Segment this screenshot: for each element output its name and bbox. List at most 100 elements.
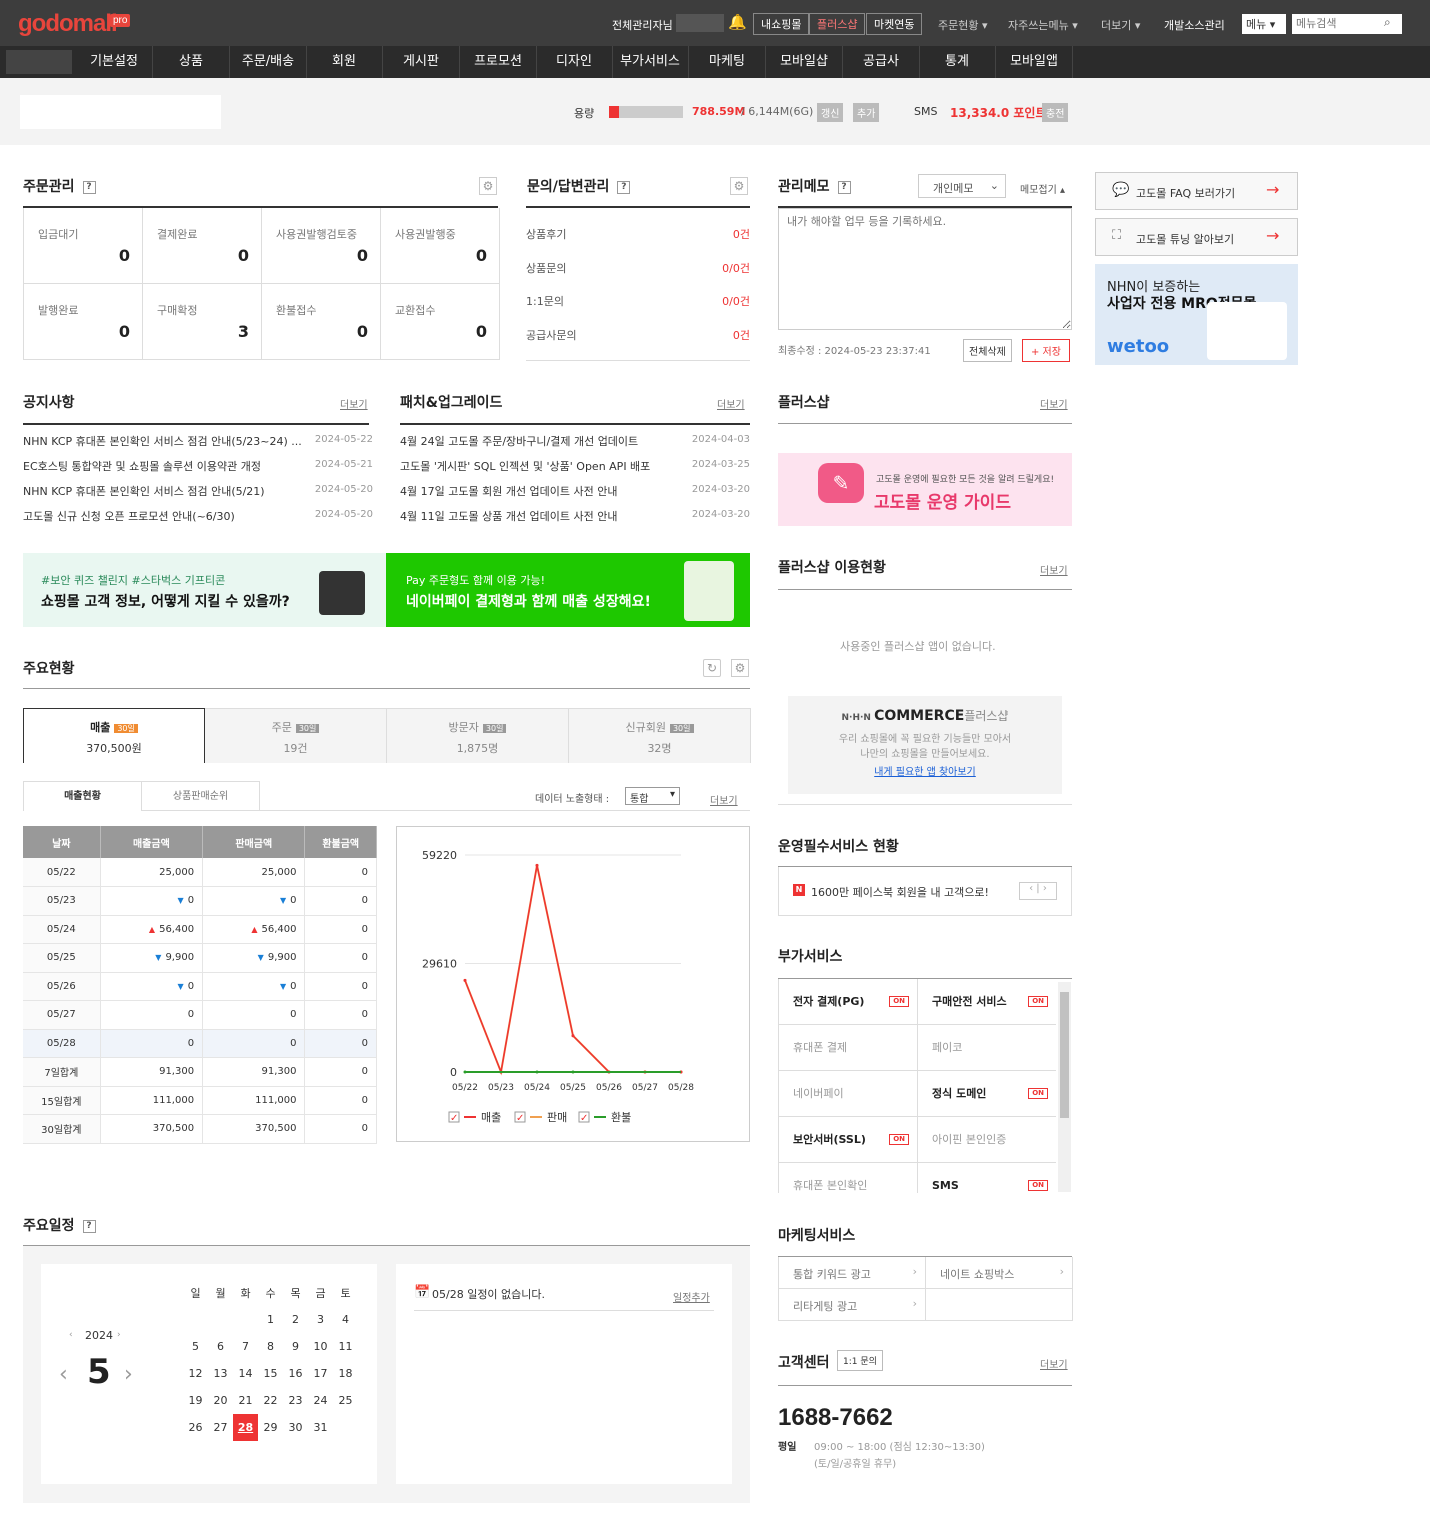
one-on-one-button[interactable]: 1:1 문의 [837, 1350, 883, 1371]
calendar-today[interactable]: 28 [233, 1414, 258, 1441]
calendar-day[interactable]: 11 [333, 1333, 358, 1360]
help-icon[interactable]: ? [617, 180, 631, 194]
addon-service[interactable]: SMS ON [918, 1163, 1056, 1193]
nav-item[interactable]: 모바일샵 [766, 46, 843, 78]
find-app-link[interactable]: 내게 필요한 앱 찾아보기 [788, 763, 1062, 778]
list-item[interactable]: 4월 17일 고도몰 회원 개선 업데이트 사전 안내 2024-03-20 [400, 481, 750, 506]
inquiry-row[interactable]: 상품후기 0건 [526, 218, 750, 252]
calendar-day[interactable]: 30 [283, 1414, 308, 1441]
calendar-day[interactable]: 6 [208, 1333, 233, 1360]
logo[interactable]: godomall [18, 10, 118, 38]
menu-select[interactable]: 메뉴 ▾ [1242, 14, 1286, 34]
addon-service[interactable]: 아이핀 본인인증 [918, 1117, 1056, 1163]
status-tab[interactable]: 주문 30일 19건 [205, 708, 387, 763]
calendar-day[interactable]: 15 [258, 1360, 283, 1387]
order-status-cell[interactable]: 입금대기 0 [24, 208, 143, 284]
calendar-day[interactable]: 22 [258, 1387, 283, 1414]
dev-source-link[interactable]: 개발소스관리 [1164, 17, 1225, 33]
nav-item[interactable]: 모바일앱 [996, 46, 1073, 78]
sales-more-link[interactable]: 더보기 [710, 792, 738, 807]
guide-banner[interactable]: ✎ 고도몰 운영에 필요한 모든 것을 알려 드릴게요! 고도몰 운영 가이드 [778, 453, 1072, 526]
calendar-day[interactable]: 27 [208, 1414, 233, 1441]
calendar-day[interactable]: 20 [208, 1387, 233, 1414]
addon-service[interactable]: 페이코 [918, 1025, 1056, 1071]
nav-item[interactable]: 회원 [306, 46, 383, 78]
market-link-button[interactable]: 마켓연동 [866, 13, 923, 35]
help-icon[interactable]: ? [82, 180, 96, 194]
tuning-button[interactable]: ⛶ 고도몰 튜닝 알아보기 → [1095, 218, 1298, 256]
nav-item[interactable]: 주문/배송 [230, 46, 307, 78]
plus-more-link[interactable]: 더보기 [1040, 396, 1068, 411]
calendar-day[interactable]: 16 [283, 1360, 308, 1387]
calendar-day[interactable]: 7 [233, 1333, 258, 1360]
nav-item[interactable]: 게시판 [383, 46, 460, 78]
nav-item[interactable]: 기본설정 [76, 46, 153, 78]
calendar-day[interactable]: 17 [308, 1360, 333, 1387]
marketing-item[interactable]: 통합 키워드 광고 › [779, 1257, 926, 1289]
prev-year-icon[interactable]: ‹ [69, 1330, 73, 1340]
addon-service[interactable]: 정식 도메인 ON [918, 1071, 1056, 1117]
order-status-cell[interactable]: 사용권발행검토중 0 [262, 208, 381, 284]
status-tab[interactable]: 신규회원 30일 32명 [569, 708, 751, 763]
list-item[interactable]: NHN KCP 휴대폰 본인확인 서비스 점검 안내(5/21) 2024-05-… [23, 481, 373, 506]
notice-more-link[interactable]: 더보기 [340, 396, 368, 411]
security-quiz-banner[interactable]: #보안 퀴즈 챌린지 #스타벅스 기프티콘 쇼핑몰 고객 정보, 어떻게 지킬 … [23, 553, 386, 627]
status-tab[interactable]: 매출 30일 370,500원 [23, 708, 205, 763]
marketing-item[interactable]: 리타게팅 광고 › [779, 1289, 926, 1321]
marketing-item[interactable]: 네이트 쇼핑박스 › [926, 1257, 1073, 1289]
calendar-day[interactable]: 19 [183, 1387, 208, 1414]
nav-item[interactable]: 상품 [153, 46, 230, 78]
display-mode-select[interactable]: 통합 ▾ [625, 787, 680, 805]
ops-pager[interactable]: ‹ | › [1019, 882, 1057, 900]
calendar-day[interactable]: 1 [258, 1306, 283, 1333]
wetoo-banner[interactable]: NHN이 보증하는 사업자 전용 MRO전문몰 wetoo [1095, 264, 1298, 365]
calendar-day[interactable]: 18 [333, 1360, 358, 1387]
scrollbar-thumb[interactable] [1060, 992, 1069, 1118]
addon-service[interactable]: 구매안전 서비스 ON [918, 979, 1056, 1025]
calendar-day[interactable]: 24 [308, 1387, 333, 1414]
calendar-day[interactable]: 12 [183, 1360, 208, 1387]
gear-icon[interactable]: ⚙ [731, 659, 749, 677]
calendar-day[interactable]: 31 [308, 1414, 333, 1441]
inquiry-row[interactable]: 상품문의 0/0건 [526, 252, 750, 286]
calendar-day[interactable]: 25 [333, 1387, 358, 1414]
gear-icon[interactable]: ⚙ [730, 177, 748, 195]
calendar-day[interactable]: 4 [333, 1306, 358, 1333]
list-item[interactable]: 4월 24일 고도몰 주문/장바구니/결제 개선 업데이트 2024-04-03 [400, 431, 750, 456]
calendar-day[interactable]: 2 [283, 1306, 308, 1333]
addon-service[interactable]: 네이버페이 [779, 1071, 918, 1117]
prev-month-icon[interactable]: ‹ [59, 1362, 68, 1387]
order-status-cell[interactable]: 교환접수 0 [381, 284, 500, 360]
calendar-day[interactable]: 21 [233, 1387, 258, 1414]
order-status-cell[interactable]: 구매확정 3 [143, 284, 262, 360]
save-memo-button[interactable]: + 저장 [1022, 339, 1070, 362]
order-status-cell[interactable]: 발행완료 0 [24, 284, 143, 360]
gear-icon[interactable]: ⚙ [479, 177, 497, 195]
addon-service[interactable]: 보안서버(SSL) ON [779, 1117, 918, 1163]
next-year-icon[interactable]: › [117, 1330, 121, 1340]
nav-item[interactable]: 공급사 [843, 46, 920, 78]
naverpay-banner[interactable]: Pay 주문형도 함께 이용 가능! 네이버페이 결제형과 함께 매출 성장해요… [386, 553, 750, 627]
nav-shop-selector[interactable] [6, 50, 72, 74]
addon-service[interactable]: 전자 결제(PG) ON [779, 979, 918, 1025]
calendar-day[interactable]: 5 [183, 1333, 208, 1360]
calendar-day[interactable]: 9 [283, 1333, 308, 1360]
plus-usage-more[interactable]: 더보기 [1040, 562, 1068, 577]
refresh-button[interactable]: 갱신 [817, 103, 844, 122]
calendar-day[interactable]: 10 [308, 1333, 333, 1360]
calendar-day[interactable]: 29 [258, 1414, 283, 1441]
list-item[interactable]: 고도몰 신규 신청 오픈 프로모션 안내(~6/30) 2024-05-20 [23, 506, 373, 531]
ops-item[interactable]: 1600만 페이스북 회원을 내 고객으로! [811, 884, 989, 900]
memo-type-select[interactable]: 개인메모 ⌄ [918, 174, 1006, 198]
plus-shop-button[interactable]: 플러스샵 [809, 13, 866, 35]
calendar-day[interactable]: 13 [208, 1360, 233, 1387]
delete-all-button[interactable]: 전체삭제 [963, 339, 1012, 362]
faq-button[interactable]: 💬 고도몰 FAQ 보러가기 → [1095, 172, 1298, 210]
favorite-menu[interactable]: 자주쓰는메뉴 ▾ [1008, 17, 1078, 33]
nav-item[interactable]: 통계 [919, 46, 996, 78]
bell-icon[interactable]: 🔔 [728, 13, 747, 31]
search-icon[interactable]: ⌕ [1384, 15, 1391, 30]
memo-textarea[interactable] [778, 208, 1072, 330]
tab-sales-status[interactable]: 매출현황 [23, 781, 142, 811]
nav-item[interactable]: 프로모션 [460, 46, 537, 78]
